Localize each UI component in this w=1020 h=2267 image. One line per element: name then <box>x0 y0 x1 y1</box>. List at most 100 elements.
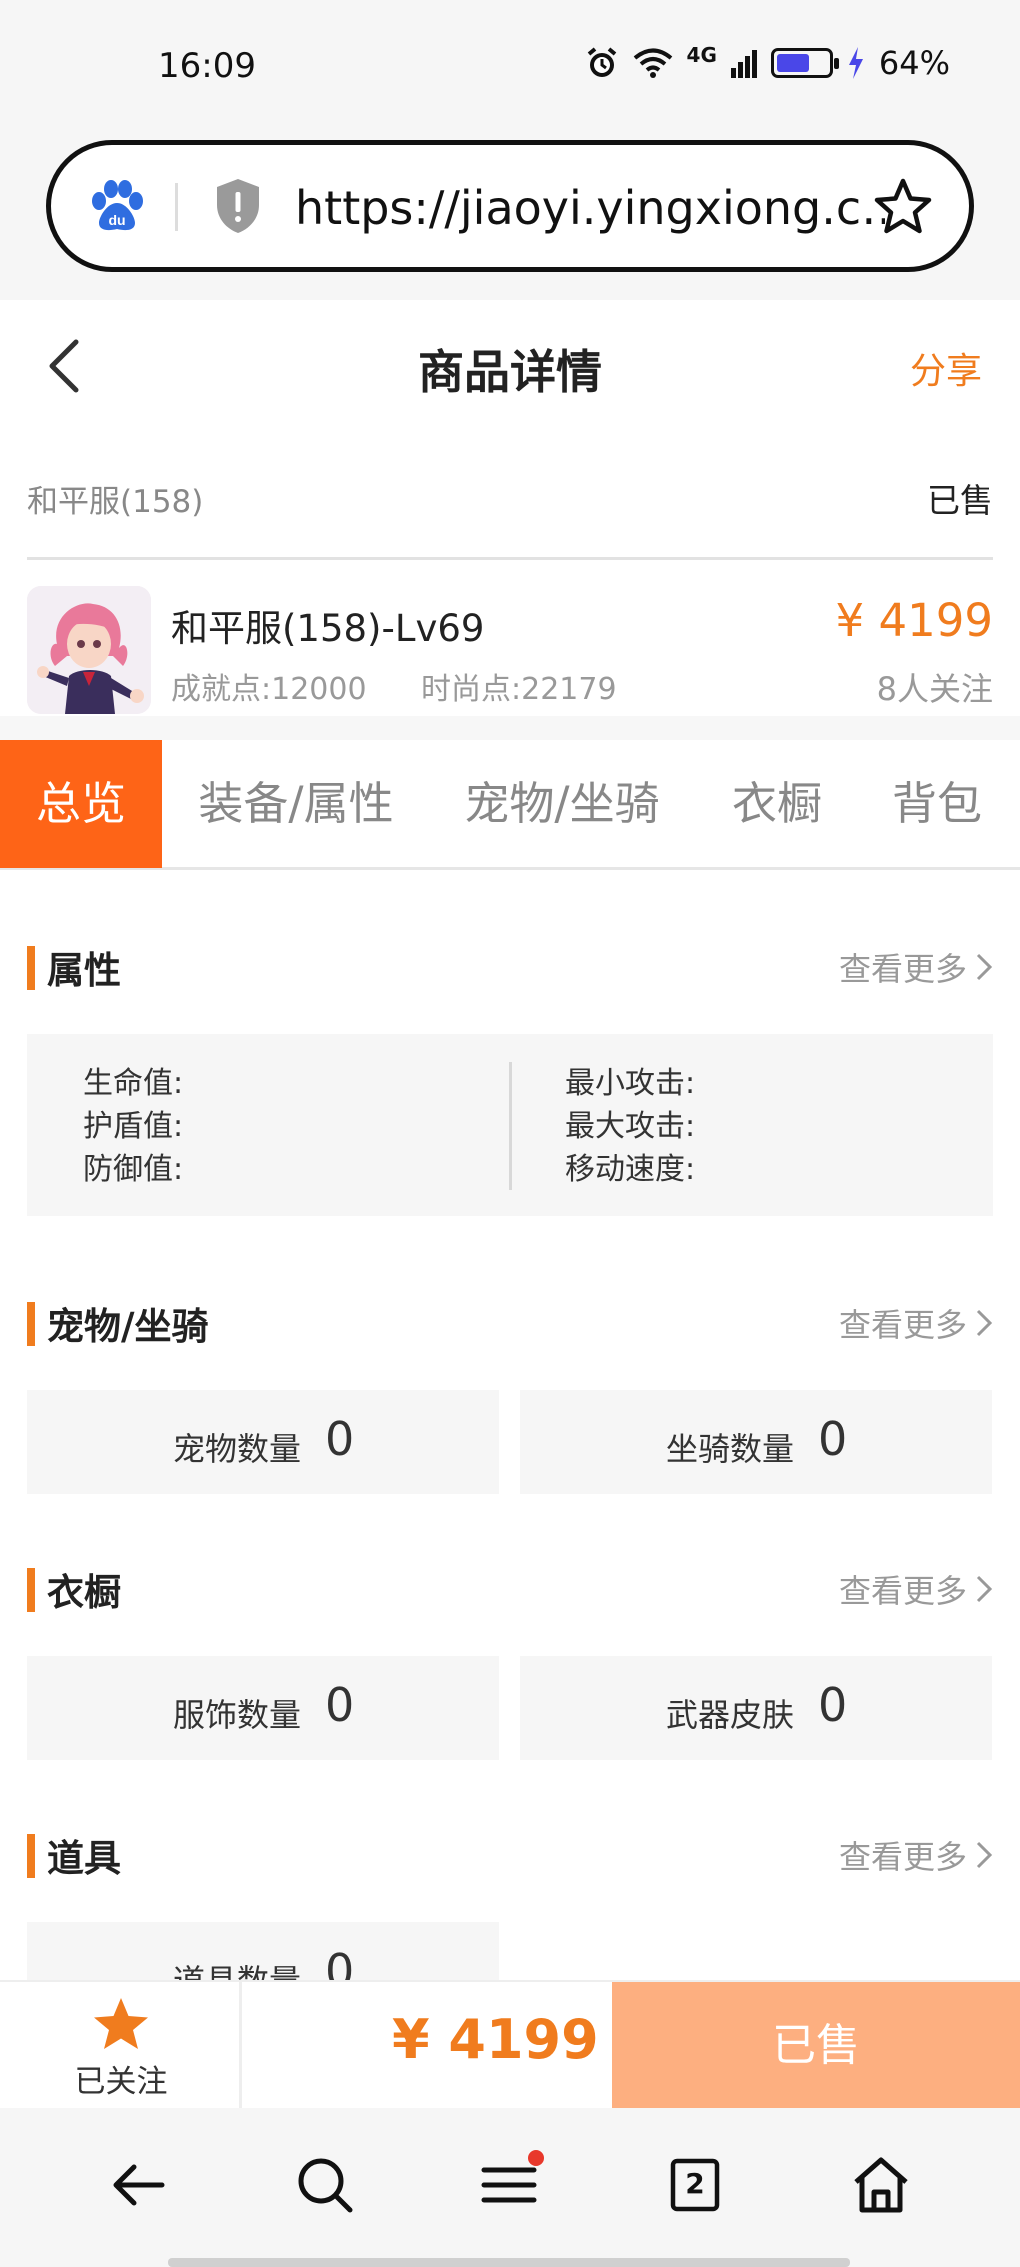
home-indicator <box>168 2258 850 2267</box>
section-gap <box>0 716 1020 740</box>
tab-bag[interactable]: 背包 <box>872 740 1002 868</box>
count-value: 0 <box>325 1944 355 1980</box>
alarm-icon <box>587 47 616 77</box>
attr-max-attack: 最大攻击: <box>565 1109 696 1144</box>
product-price: ¥ 4199 <box>835 594 993 647</box>
network-type: 4G <box>686 43 717 67</box>
character-portrait <box>27 586 151 714</box>
purchase-bar: 已关注 ¥ 4199 已售 <box>0 1980 1020 2110</box>
character-avatar <box>27 586 151 714</box>
props-view-more[interactable]: 查看更多 <box>839 1832 993 1878</box>
page-title: 商品详情 <box>418 345 602 399</box>
shield-icon[interactable] <box>213 177 263 235</box>
count-label: 道具数量 <box>173 1956 301 1980</box>
status-time: 16:09 <box>158 46 256 86</box>
outfit-count-card: 服饰数量 0 <box>27 1656 499 1760</box>
attr-shield: 护盾值: <box>83 1109 184 1144</box>
back-icon[interactable] <box>104 2150 174 2220</box>
attr-defense: 防御值: <box>83 1152 184 1187</box>
battery-icon <box>770 48 839 78</box>
fashion-points: 时尚点:22179 <box>421 672 617 707</box>
detail-tabs: 总览 装备/属性 宠物/坐骑 衣橱 背包 <box>0 740 1020 870</box>
tab-count: 2 <box>685 2167 705 2200</box>
charging-icon <box>848 47 863 79</box>
browser-toolbar: du https://jiaoyi.yingxiong.c… <box>0 130 1020 300</box>
section-title: 道具 <box>47 1837 121 1880</box>
view-more-label: 查看更多 <box>838 1838 967 1876</box>
section-title: 属性 <box>47 949 121 992</box>
server-name: 和平服(158) <box>27 484 204 520</box>
signal-icon <box>730 50 757 78</box>
share-button[interactable]: 分享 <box>910 342 982 394</box>
pet-count-card: 宠物数量 0 <box>27 1390 499 1494</box>
section-accent-bar <box>27 1834 35 1878</box>
product-title: 和平服(158)-Lv69 <box>171 607 485 650</box>
search-icon[interactable] <box>290 2150 360 2220</box>
follow-label: 已关注 <box>74 2064 168 2100</box>
address-bar[interactable]: du https://jiaoyi.yingxiong.c… <box>46 140 974 272</box>
weapon-skin-count-card: 武器皮肤 0 <box>520 1656 992 1760</box>
sold-button[interactable]: 已售 <box>612 1982 1020 2110</box>
item-count-card: 道具数量 0 <box>27 1922 499 1980</box>
section-accent-bar <box>27 1568 35 1612</box>
browser-nav-bar: 2 <box>0 2108 1020 2267</box>
count-value: 0 <box>818 1678 848 1732</box>
count-label: 坐骑数量 <box>666 1430 795 1468</box>
count-label: 服饰数量 <box>173 1696 302 1734</box>
svg-text:du: du <box>108 212 125 228</box>
status-label: 已售 <box>927 481 993 520</box>
pets-section-header: 宠物/坐骑 查看更多 <box>27 1292 993 1352</box>
tab-equipment[interactable]: 装备/属性 <box>178 740 414 868</box>
status-icons: 4G 64% <box>585 43 950 82</box>
chevron-right-icon <box>976 1575 993 1603</box>
section-accent-bar <box>27 1302 35 1346</box>
section-title: 宠物/坐骑 <box>47 1305 209 1348</box>
achievement-points: 成就点:12000 <box>171 672 367 707</box>
product-summary[interactable]: 和平服(158)-Lv69 成就点:12000 时尚点:22179 ¥ 4199… <box>27 586 993 716</box>
props-section-header: 道具 查看更多 <box>27 1824 993 1884</box>
count-value: 0 <box>325 1412 355 1466</box>
tabs-button[interactable]: 2 <box>660 2150 730 2220</box>
chevron-right-icon <box>976 1841 993 1869</box>
server-row: 和平服(158) 已售 <box>27 470 993 560</box>
tab-wardrobe[interactable]: 衣橱 <box>712 740 842 868</box>
pets-view-more[interactable]: 查看更多 <box>839 1300 993 1346</box>
view-more-label: 查看更多 <box>838 950 967 988</box>
view-more-label: 查看更多 <box>838 1306 967 1344</box>
chevron-right-icon <box>976 1309 993 1337</box>
url-divider <box>175 183 178 231</box>
attributes-divider <box>509 1062 512 1190</box>
bottom-price: ¥ 4199 <box>392 2008 599 2071</box>
view-more-label: 查看更多 <box>838 1572 967 1610</box>
attributes-panel: 生命值: 护盾值: 防御值: 最小攻击: 最大攻击: 移动速度: <box>27 1034 993 1216</box>
url-text[interactable]: https://jiaoyi.yingxiong.c… <box>295 181 885 235</box>
chevron-right-icon <box>976 953 993 981</box>
baidu-icon[interactable]: du <box>89 179 145 233</box>
tab-pets-mounts[interactable]: 宠物/坐骑 <box>444 740 680 868</box>
attributes-view-more[interactable]: 查看更多 <box>839 944 993 990</box>
attr-hp: 生命值: <box>83 1066 184 1101</box>
attributes-section-header: 属性 查看更多 <box>27 936 993 996</box>
wardrobe-section-header: 衣橱 查看更多 <box>27 1558 993 1618</box>
star-filled-icon <box>94 1998 148 2049</box>
count-label: 武器皮肤 <box>666 1696 795 1734</box>
wifi-icon <box>633 48 672 78</box>
count-label: 宠物数量 <box>173 1430 302 1468</box>
attributes-right: 最小攻击: 最大攻击: 移动速度: <box>565 1062 695 1191</box>
attributes-left: 生命值: 护盾值: 防御值: <box>83 1062 183 1191</box>
status-bar: 16:09 4G 64% <box>0 0 1020 130</box>
home-icon[interactable] <box>846 2150 916 2220</box>
count-value: 0 <box>325 1678 355 1732</box>
bookmark-star-icon[interactable] <box>871 175 935 239</box>
count-value: 0 <box>818 1412 848 1466</box>
tab-overview[interactable]: 总览 <box>0 740 162 868</box>
follow-button[interactable]: 已关注 <box>0 1982 242 2110</box>
wardrobe-view-more[interactable]: 查看更多 <box>839 1566 993 1612</box>
battery-percent: 64% <box>878 44 950 82</box>
menu-icon[interactable] <box>474 2150 544 2220</box>
mount-count-card: 坐骑数量 0 <box>520 1390 992 1494</box>
page-header: 商品详情 分享 <box>0 300 1020 430</box>
section-accent-bar <box>27 946 35 990</box>
attr-min-attack: 最小攻击: <box>565 1066 696 1101</box>
attr-move-speed: 移动速度: <box>565 1152 696 1187</box>
